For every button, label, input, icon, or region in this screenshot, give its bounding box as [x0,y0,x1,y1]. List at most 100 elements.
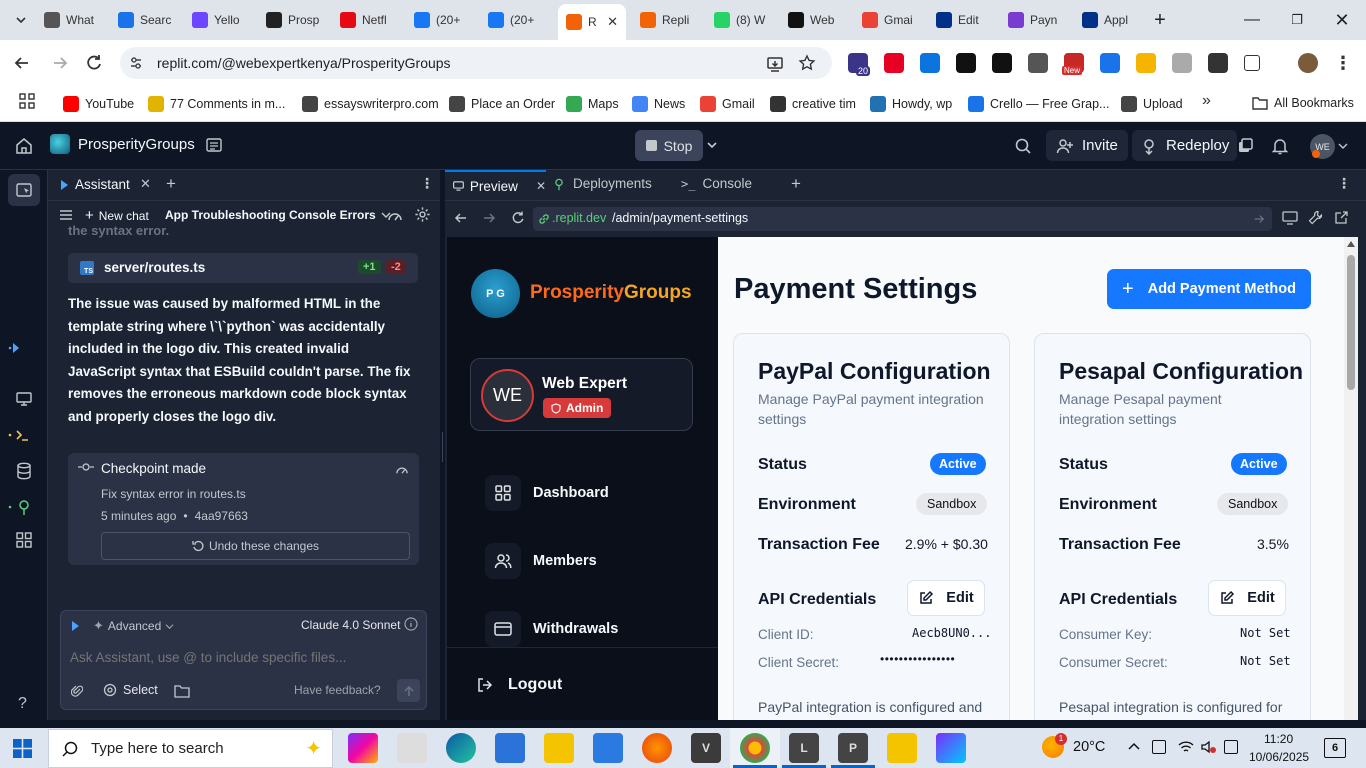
font-ext-icon[interactable] [956,53,976,73]
webview-forward-button[interactable] [482,211,496,225]
forward-button[interactable] [50,53,72,75]
toggle-sidebar-button[interactable] [8,174,40,206]
model-label[interactable]: Claude 4.0 Sonnet [301,618,400,632]
check-ext-icon[interactable] [1100,53,1120,73]
scroll-up-arrow[interactable] [1347,241,1355,247]
browser-tab[interactable]: Appl [1074,6,1144,34]
bookmark-item[interactable]: YouTube [63,92,134,116]
device-preview-button[interactable] [1282,211,1298,225]
webview-back-button[interactable] [454,211,468,225]
eyedropper-icon[interactable] [992,53,1012,73]
browser-tab[interactable]: Edit [928,6,998,34]
chat-history-button[interactable] [59,208,73,222]
site-info-icon[interactable] [128,55,144,71]
tab-preview[interactable]: Preview ✕ [445,170,546,200]
page-scrollbar-track[interactable] [1344,237,1358,720]
browser-tab[interactable]: (8) W [706,6,776,34]
tab-deployments[interactable]: Deployments [552,176,652,191]
bookmark-item[interactable]: Crello — Free Grap... [968,92,1109,116]
close-window-button[interactable]: ✕ [1330,8,1354,32]
user-avatar[interactable]: WE [1310,134,1335,159]
minimize-button[interactable]: — [1240,8,1264,32]
info-icon[interactable] [404,617,418,631]
feedback-link[interactable]: Have feedback? [294,683,381,697]
meet-now-icon[interactable] [1152,740,1166,754]
send-button[interactable] [397,679,420,702]
sticky-notes-icon[interactable] [887,733,917,763]
app-p-icon[interactable]: P [838,733,868,763]
reload-button[interactable] [84,53,106,75]
language-icon[interactable] [1224,740,1238,754]
grayed-ext-icon[interactable] [1172,53,1192,73]
project-name-button[interactable]: ProsperityGroups [50,134,195,154]
notification-center-button[interactable]: 6 [1324,738,1346,758]
search-button[interactable] [1014,137,1032,155]
pinterest-icon[interactable] [884,53,904,73]
bookmark-item[interactable]: creative tim [770,92,856,116]
wifi-icon[interactable] [1178,740,1194,754]
run-options-dropdown[interactable] [706,140,718,150]
bookmark-item[interactable]: News [632,92,685,116]
clock-date[interactable]: 10/06/2025 [1249,750,1309,764]
bookmark-item[interactable]: Place an Order [449,92,555,116]
all-tools-button[interactable] [16,532,32,548]
browser-tab[interactable]: Netfl [332,6,402,34]
new-pane-tab-button[interactable]: + [166,174,176,194]
nav-item-withdrawals[interactable]: Withdrawals [485,611,618,647]
tab-console[interactable]: >_ Console [681,176,752,191]
browser-tab[interactable]: Gmai [854,6,924,34]
console-tool-button[interactable] [8,427,32,443]
browser-tab[interactable]: Prosp [258,6,328,34]
checkpoint-hash[interactable]: 4aa97663 [195,509,248,523]
notepad-app-icon[interactable] [495,733,525,763]
bookmark-item[interactable]: Maps [566,92,619,116]
nav-item-dashboard[interactable]: Dashboard [485,475,609,511]
changed-file-card[interactable]: TS server/routes.ts +1 -2 [68,253,418,283]
vpn-app-icon[interactable] [936,733,966,763]
taskbar-search-box[interactable]: Type here to search ✦ [48,729,333,768]
deployments-tool-button[interactable] [8,498,32,516]
assistant-settings-button[interactable] [414,206,431,223]
app-v-icon[interactable]: V [691,733,721,763]
browser-tab[interactable]: Yello [184,6,254,34]
bookmark-item[interactable]: essayswriterpro.com [302,92,439,116]
notifications-button[interactable] [1271,137,1289,155]
bookmark-item[interactable]: Howdy, wp [870,92,952,116]
profile-avatar[interactable] [1298,53,1318,73]
add-payment-method-button[interactable]: + Add Payment Method [1107,269,1311,309]
user-profile-card[interactable]: WE Web Expert Admin [470,358,693,431]
edge-app-icon[interactable] [446,733,476,763]
pane-menu-button[interactable]: ⋮ [1337,175,1351,192]
restore-button[interactable]: ❐ [1285,8,1309,32]
new-chat-button[interactable]: + New chat [85,207,149,224]
stop-button[interactable]: Stop [635,130,703,161]
translate-icon[interactable] [1028,53,1048,73]
account-menu-dropdown[interactable] [1338,142,1348,150]
mode-dropdown[interactable]: ✦ Advanced [93,618,174,634]
agent-tool-button[interactable] [8,340,24,356]
webview-reload-button[interactable] [510,210,526,226]
chat-thread-dropdown[interactable]: App Troubleshooting Console Errors [165,208,391,222]
logout-button[interactable]: Logout [477,676,562,694]
start-button[interactable] [13,739,32,758]
address-bar[interactable]: replit.com/@webexpertkenya/ProsperityGro… [120,47,832,79]
chrome-app-icon[interactable] [740,733,770,763]
new-tab-button[interactable]: + [791,174,801,194]
install-app-icon[interactable] [766,55,784,73]
vimeo-like-icon[interactable] [920,53,940,73]
back-button[interactable] [12,53,34,75]
browser-tab[interactable]: R ✕ [558,4,626,40]
show-hidden-icons-button[interactable] [1128,742,1140,750]
firefox-app-icon[interactable] [642,733,672,763]
file-explorer-icon[interactable] [544,733,574,763]
undo-changes-button[interactable]: Undo these changes [101,532,410,560]
bookmark-item[interactable]: Upload [1121,92,1183,116]
paperclip-icon[interactable] [71,684,83,698]
home-button[interactable] [14,136,34,156]
download-ext-icon[interactable] [1208,53,1228,73]
browser-tab[interactable]: Payn [1000,6,1070,34]
weather-temp[interactable]: 20°C [1073,739,1105,755]
gauge-icon[interactable] [395,463,409,475]
bookmark-star-icon[interactable] [798,54,816,72]
all-bookmarks-button[interactable]: All Bookmarks [1252,91,1354,115]
